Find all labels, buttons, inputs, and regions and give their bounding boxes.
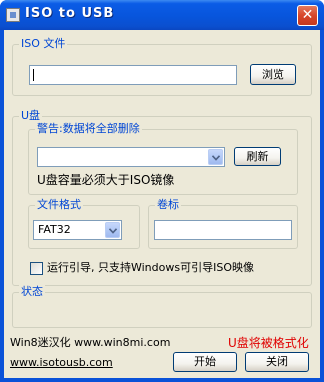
bootable-checkbox[interactable]	[30, 262, 43, 275]
format-warning: U盘将被格式化	[228, 336, 309, 350]
app-icon	[6, 8, 20, 22]
file-format-group: 文件格式 FAT32	[28, 198, 140, 249]
dialog-body: ISO 文件 浏览 U盘 警告:数据将全部删除 刷新 U盘容量必须大于ISO镜像…	[4, 30, 320, 378]
drive-warning-label: 警告:数据将全部删除	[35, 122, 142, 136]
close-icon: ✕	[301, 7, 314, 23]
file-format-select[interactable]: FAT32	[33, 220, 122, 240]
close-window-button[interactable]: ✕	[297, 5, 318, 26]
volume-label-group: 卷标	[148, 198, 298, 249]
drive-warning-group: 警告:数据将全部删除 刷新 U盘容量必须大于ISO镜像	[28, 122, 298, 195]
bootable-label[interactable]: 运行引导, 只支持Windows可引导ISO映像	[47, 261, 254, 275]
start-button[interactable]: 开始	[173, 352, 237, 372]
iso-file-group: ISO 文件 浏览	[12, 37, 312, 96]
website-link[interactable]: www.isotousb.com	[10, 356, 113, 370]
file-format-label: 文件格式	[35, 198, 83, 212]
close-button[interactable]: 关闭	[245, 352, 309, 372]
drive-select[interactable]	[37, 147, 225, 167]
refresh-button[interactable]: 刷新	[234, 147, 281, 166]
text-caret	[33, 69, 34, 81]
app-window: ISO to USB ✕ ISO 文件 浏览 U盘 警告:数据将全部删除 刷新 …	[0, 0, 324, 382]
status-group: 状态	[12, 285, 312, 328]
file-format-value: FAT32	[38, 223, 71, 236]
title-bar[interactable]: ISO to USB ✕	[0, 0, 324, 30]
window-title: ISO to USB	[25, 6, 115, 21]
status-group-label: 状态	[19, 285, 45, 299]
capacity-note: U盘容量必须大于ISO镜像	[37, 173, 175, 187]
volume-label-label: 卷标	[155, 198, 181, 212]
usb-drive-group: U盘 警告:数据将全部删除 刷新 U盘容量必须大于ISO镜像 文件格式 FAT3…	[12, 109, 312, 286]
credit-text: Win8迷汉化 www.win8mi.com	[10, 336, 171, 349]
browse-button[interactable]: 浏览	[250, 64, 296, 85]
chevron-down-icon[interactable]	[105, 222, 120, 238]
usb-drive-group-label: U盘	[19, 109, 43, 123]
chevron-down-icon[interactable]	[208, 149, 223, 165]
volume-label-input[interactable]	[154, 220, 292, 240]
iso-file-group-label: ISO 文件	[19, 37, 68, 51]
iso-path-input[interactable]	[29, 65, 237, 85]
